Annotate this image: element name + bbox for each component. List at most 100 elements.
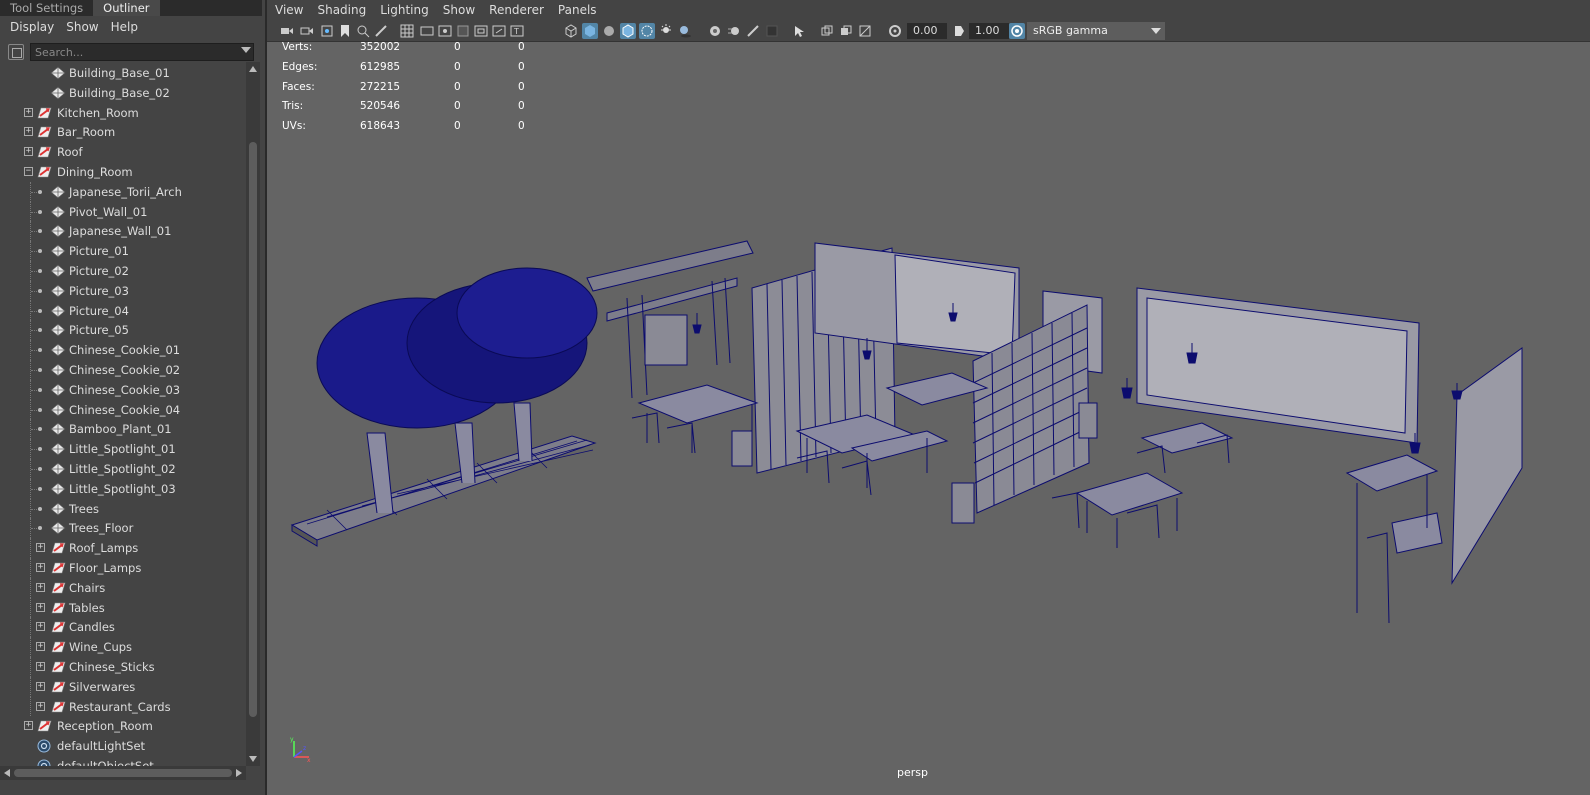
outliner-item[interactable]: Picture_02 — [0, 261, 246, 281]
default-material-icon[interactable] — [601, 23, 617, 39]
outliner-item[interactable]: + Silverwares — [0, 676, 246, 697]
menu-help[interactable]: Help — [111, 20, 138, 34]
menu-display[interactable]: Display — [10, 20, 54, 34]
safe-title-icon[interactable]: T — [509, 23, 525, 39]
outliner-item[interactable]: + Roof_Lamps — [0, 538, 246, 558]
exposure-icon[interactable] — [887, 23, 903, 39]
2d-pan-zoom-icon[interactable] — [355, 23, 371, 39]
expand-icon[interactable]: + — [36, 543, 45, 553]
outliner-item[interactable]: + Chinese_Sticks — [0, 657, 246, 677]
outliner-item[interactable]: + Floor_Lamps — [0, 558, 246, 578]
outliner-item[interactable]: + Tables — [0, 597, 246, 618]
outliner-item[interactable]: Building_Base_01 — [0, 63, 246, 83]
menu-panels[interactable]: Panels — [558, 3, 597, 17]
xray-active-components-icon[interactable] — [838, 23, 854, 39]
vertical-scrollbar[interactable] — [246, 62, 260, 766]
xray-joints-icon[interactable] — [819, 23, 835, 39]
menu-show[interactable]: Show — [66, 20, 98, 34]
outliner-item[interactable]: Picture_03 — [0, 280, 246, 301]
wireframe-icon[interactable] — [563, 23, 579, 39]
outliner-item[interactable]: Chinese_Cookie_04 — [0, 399, 246, 420]
gate-mask-icon[interactable] — [455, 23, 471, 39]
outliner-item[interactable]: + Candles — [0, 617, 246, 638]
safe-action-icon[interactable] — [491, 23, 507, 39]
outliner-item[interactable]: + Kitchen_Room — [0, 103, 246, 123]
outliner-item[interactable]: + Reception_Room — [0, 716, 246, 736]
viewport-panel[interactable]: View Shading Lighting Show Renderer Pane… — [265, 0, 1590, 795]
expand-icon[interactable]: + — [36, 622, 45, 632]
outliner-item[interactable]: Japanese_Wall_01 — [0, 221, 246, 242]
tab-outliner[interactable]: Outliner — [93, 0, 160, 16]
expand-icon[interactable]: + — [24, 147, 33, 157]
use-all-lights-icon[interactable] — [658, 23, 674, 39]
filter-icon[interactable] — [8, 44, 24, 60]
xray-icon[interactable] — [639, 23, 655, 39]
expand-icon[interactable]: + — [36, 642, 45, 652]
expand-icon[interactable]: + — [36, 681, 45, 691]
field-chart-icon[interactable] — [473, 23, 489, 39]
expand-icon[interactable]: + — [24, 721, 33, 731]
wireframe-on-shaded-icon[interactable] — [620, 23, 636, 39]
outliner-item[interactable]: + Chairs — [0, 577, 246, 598]
anti-aliasing-icon[interactable] — [745, 23, 761, 39]
outliner-item[interactable]: Picture_05 — [0, 320, 246, 341]
gamma-field[interactable]: 1.00 — [969, 23, 1009, 39]
grid-icon[interactable] — [399, 23, 415, 39]
smooth-shade-icon[interactable] — [582, 23, 598, 39]
resolution-gate-icon[interactable] — [437, 23, 453, 39]
outliner-item[interactable]: − Dining_Room — [0, 162, 246, 182]
camera-attributes-icon[interactable] — [299, 23, 315, 39]
film-gate-icon[interactable] — [419, 23, 435, 39]
outliner-item[interactable]: + Bar_Room — [0, 122, 246, 142]
outliner-item[interactable]: + Roof — [0, 142, 246, 162]
outliner-item[interactable]: Japanese_Torii_Arch — [0, 181, 246, 202]
screen-space-ao-icon[interactable] — [707, 23, 723, 39]
outliner-item[interactable]: Bamboo_Plant_01 — [0, 419, 246, 440]
exposure-field[interactable]: 0.00 — [907, 23, 947, 39]
outliner-item[interactable]: Chinese_Cookie_03 — [0, 379, 246, 400]
outliner-item[interactable]: Pivot_Wall_01 — [0, 201, 246, 222]
menu-show[interactable]: Show — [443, 3, 475, 17]
tab-tool-settings[interactable]: Tool Settings — [0, 0, 93, 16]
scroll-down-icon[interactable] — [249, 756, 257, 762]
scroll-right-icon[interactable] — [236, 769, 242, 777]
search-input[interactable] — [30, 43, 254, 61]
color-management-icon[interactable] — [1009, 23, 1025, 39]
shadows-icon[interactable] — [677, 23, 693, 39]
depth-of-field-icon[interactable] — [764, 23, 780, 39]
isolate-select-icon[interactable] — [791, 23, 807, 39]
outliner-item[interactable]: Little_Spotlight_02 — [0, 459, 246, 479]
image-plane-icon[interactable] — [337, 23, 353, 39]
outliner-item[interactable]: Trees — [0, 498, 246, 519]
outliner-item[interactable]: defaultLightSet — [0, 736, 246, 756]
select-camera-icon[interactable] — [279, 23, 295, 39]
expand-icon[interactable]: + — [36, 602, 45, 612]
outliner-item[interactable]: Trees_Floor — [0, 518, 246, 539]
scroll-thumb[interactable] — [249, 142, 257, 717]
horizontal-scrollbar[interactable] — [0, 766, 246, 780]
grease-pencil-icon[interactable] — [373, 23, 389, 39]
outliner-item[interactable]: Chinese_Cookie_01 — [0, 340, 246, 360]
scroll-up-icon[interactable] — [249, 66, 257, 72]
collapse-icon[interactable]: − — [24, 167, 33, 176]
outliner-item[interactable]: + Restaurant_Cards — [0, 696, 246, 717]
menu-view[interactable]: View — [275, 3, 303, 17]
outliner-item[interactable]: Little_Spotlight_03 — [0, 478, 246, 499]
outliner-item[interactable]: + Wine_Cups — [0, 637, 246, 657]
expand-icon[interactable]: + — [24, 107, 33, 117]
expand-icon[interactable]: + — [36, 563, 45, 572]
menu-lighting[interactable]: Lighting — [380, 3, 429, 17]
outliner-item[interactable]: Chinese_Cookie_02 — [0, 360, 246, 380]
expand-icon[interactable]: + — [36, 701, 45, 711]
outliner-item[interactable]: Building_Base_02 — [0, 83, 246, 103]
outliner-item[interactable]: Picture_01 — [0, 241, 246, 261]
outliner-item[interactable]: Little_Spotlight_01 — [0, 439, 246, 459]
scroll-left-icon[interactable] — [4, 769, 10, 777]
search-dropdown-icon[interactable] — [241, 47, 251, 53]
motion-blur-icon[interactable] — [726, 23, 742, 39]
3d-scene[interactable] — [267, 43, 1590, 763]
expand-icon[interactable]: + — [36, 582, 45, 592]
outliner-item[interactable]: defaultObjectSet — [0, 756, 246, 766]
backface-culling-icon[interactable] — [857, 23, 873, 39]
expand-icon[interactable]: + — [24, 127, 33, 137]
